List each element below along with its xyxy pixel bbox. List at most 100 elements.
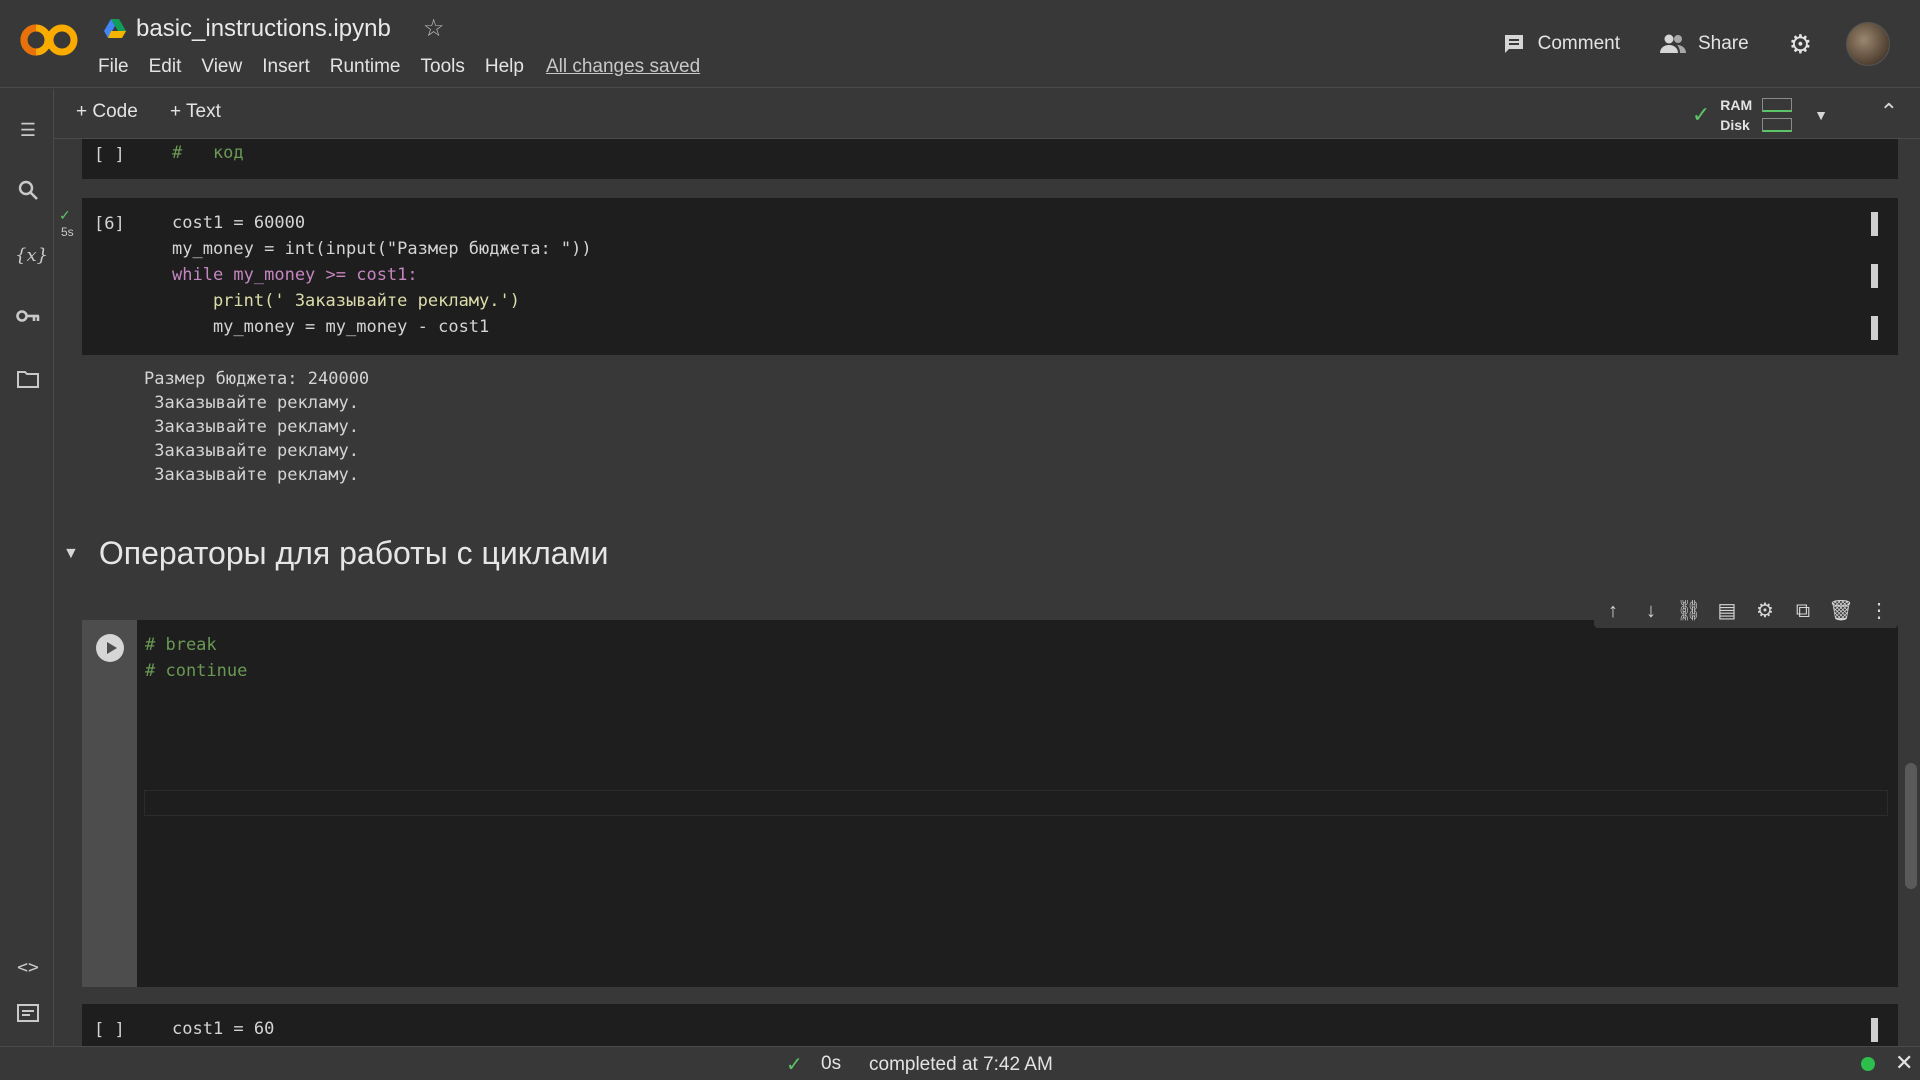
- cell-code[interactable]: # код: [172, 140, 244, 166]
- title-row: basic_instructions.ipynb ☆: [104, 14, 444, 43]
- exec-time: 5s: [61, 225, 74, 239]
- code-line: # break: [145, 635, 217, 655]
- comment-label: Comment: [1537, 33, 1620, 54]
- code-snippets-icon[interactable]: <>: [15, 955, 41, 981]
- cell-scroll-mark: [1871, 316, 1878, 340]
- delete-icon[interactable]: 🗑: [1828, 598, 1854, 624]
- code-cell[interactable]: [ ] # код: [82, 139, 1898, 179]
- cell-scroll-mark: [1871, 212, 1878, 236]
- notebook-toolbar: + Code + Text ✓ RAM Disk ▼ ⌃: [54, 89, 1920, 139]
- output-line: Размер бюджета: 240000: [144, 369, 370, 389]
- add-text-button[interactable]: + Text: [170, 101, 221, 123]
- left-sidebar: ☰ {x} <>: [0, 89, 54, 1046]
- resource-bars: [1762, 98, 1793, 132]
- ram-label: RAM: [1720, 97, 1753, 113]
- save-status[interactable]: All changes saved: [546, 56, 700, 78]
- cell-scroll-mark: [1871, 264, 1878, 288]
- cell-prompt: [6]: [94, 214, 125, 234]
- output-line: Заказывайте рекламу.: [144, 417, 359, 437]
- cell-prompt: [ ]: [94, 1020, 125, 1040]
- add-code-button[interactable]: + Code: [76, 101, 138, 123]
- output-line: Заказывайте рекламу.: [144, 393, 359, 413]
- menu-tools[interactable]: Tools: [421, 56, 465, 78]
- collapse-section-icon[interactable]: ▼: [63, 545, 79, 563]
- avatar[interactable]: [1846, 22, 1890, 66]
- output-line: Заказывайте рекламу.: [144, 465, 359, 485]
- link-icon[interactable]: ⛓: [1676, 598, 1702, 624]
- comment-button[interactable]: Comment: [1502, 32, 1620, 56]
- menu-bar: File Edit View Insert Runtime Tools Help…: [98, 56, 700, 78]
- header-actions: Comment Share ⚙: [1502, 22, 1920, 66]
- status-message[interactable]: completed at 7:42 AM: [869, 1054, 1053, 1076]
- notebook-content: [ ] # код ✓ 5s [6] cost1 = 60000 my_mone…: [55, 139, 1920, 1046]
- mirror-cell-icon[interactable]: ⧉: [1790, 598, 1816, 624]
- gear-icon: ⚙: [1788, 28, 1812, 59]
- add-code-label: + Code: [76, 101, 138, 122]
- cell-code[interactable]: # break # continue: [145, 632, 247, 684]
- move-up-icon[interactable]: ↑: [1600, 598, 1626, 624]
- status-duration: 0s: [821, 1053, 842, 1074]
- chevron-down-icon[interactable]: ▼: [1814, 107, 1828, 123]
- cell-settings-icon[interactable]: ⚙: [1752, 598, 1778, 624]
- cursor-line: [144, 790, 1888, 816]
- search-icon[interactable]: [15, 179, 41, 205]
- connected-check-icon: ✓: [1691, 102, 1711, 127]
- cell-prompt: [ ]: [94, 145, 125, 165]
- code-line: my_money = int(input("Размер бюджета: ")…: [172, 239, 592, 259]
- menu-help[interactable]: Help: [485, 56, 524, 78]
- cell-scroll-mark: [1871, 1018, 1878, 1042]
- menu-view[interactable]: View: [201, 56, 242, 78]
- cell-toolbar: ↑ ↓ ⛓ ▤ ⚙ ⧉ 🗑 ⋮: [1594, 594, 1898, 628]
- variables-icon[interactable]: {x}: [15, 243, 48, 269]
- share-button[interactable]: Share: [1659, 33, 1749, 55]
- cell-code[interactable]: cost1 = 60000 my_money = int(input("Разм…: [172, 210, 592, 340]
- menu-edit[interactable]: Edit: [149, 56, 182, 78]
- status-check-icon: ✓: [786, 1054, 803, 1076]
- menu-insert[interactable]: Insert: [262, 56, 310, 78]
- share-people-icon: [1659, 34, 1686, 53]
- section-heading[interactable]: ▼ Операторы для работы с циклами: [63, 535, 608, 572]
- output-line: Заказывайте рекламу.: [144, 441, 359, 461]
- move-down-icon[interactable]: ↓: [1638, 598, 1664, 624]
- code-line: my_money = my_money - cost1: [172, 317, 490, 337]
- more-vert-icon[interactable]: ⋮: [1866, 598, 1892, 624]
- drive-icon: [104, 18, 126, 38]
- page-scrollbar[interactable]: [1905, 763, 1917, 889]
- cell-output: Размер бюджета: 240000 Заказывайте рекла…: [144, 367, 369, 487]
- table-of-contents-icon[interactable]: ☰: [15, 117, 41, 143]
- comment-icon: [1504, 35, 1523, 53]
- header-bar: basic_instructions.ipynb ☆ File Edit Vie…: [0, 0, 1920, 88]
- collapse-header-icon[interactable]: ⌃: [1880, 99, 1898, 125]
- code-cell[interactable]: [6] cost1 = 60000 my_money = int(input("…: [82, 198, 1898, 355]
- code-line: while my_money >= cost1:: [172, 265, 418, 285]
- key-icon[interactable]: [15, 305, 41, 331]
- disk-label: Disk: [1720, 117, 1750, 133]
- connection-status-dot: [1861, 1057, 1875, 1071]
- exec-status-check-icon: ✓: [59, 207, 71, 223]
- add-text-label: + Text: [170, 101, 221, 122]
- code-line: print(' Заказывайте рекламу.'): [172, 291, 520, 311]
- cell-gutter: [82, 620, 137, 987]
- star-icon[interactable]: ☆: [423, 14, 445, 43]
- colab-logo[interactable]: [18, 18, 80, 62]
- code-line: # continue: [145, 661, 248, 681]
- code-cell-focused[interactable]: # break # continue: [82, 620, 1898, 987]
- menu-runtime[interactable]: Runtime: [330, 56, 401, 78]
- run-cell-button[interactable]: [96, 634, 124, 662]
- resource-indicator[interactable]: ✓ RAM Disk ▼: [1692, 95, 1828, 135]
- terminal-icon[interactable]: [15, 1003, 41, 1029]
- settings-button[interactable]: ⚙: [1789, 29, 1812, 60]
- menu-file[interactable]: File: [98, 56, 129, 78]
- comment-cell-icon[interactable]: ▤: [1714, 598, 1740, 624]
- code-line: cost1 = 60000: [172, 213, 306, 233]
- code-cell[interactable]: [ ] cost1 = 60: [82, 1004, 1898, 1046]
- resource-labels: RAM Disk: [1720, 95, 1752, 135]
- folder-icon[interactable]: [15, 369, 41, 395]
- status-bar: ✓ 0s completed at 7:42 AM ✕: [0, 1046, 1920, 1080]
- notebook-title[interactable]: basic_instructions.ipynb: [136, 15, 391, 43]
- close-icon[interactable]: ✕: [1895, 1050, 1913, 1076]
- disk-bar: [1762, 118, 1793, 132]
- cell-code[interactable]: cost1 = 60: [172, 1016, 274, 1042]
- section-heading-text: Операторы для работы с циклами: [98, 535, 609, 571]
- share-label: Share: [1697, 33, 1749, 54]
